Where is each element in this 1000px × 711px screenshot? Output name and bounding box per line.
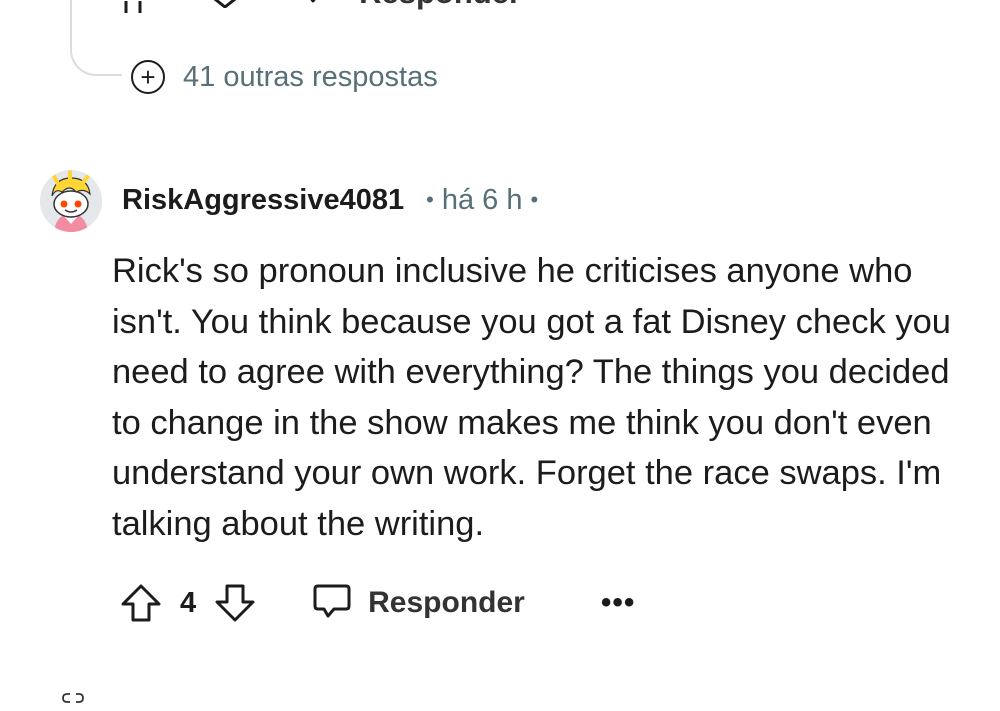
- upvote-icon[interactable]: [118, 0, 148, 13]
- downvote-icon[interactable]: [203, 0, 247, 8]
- more-replies-link[interactable]: + 41 outras respostas: [131, 60, 438, 94]
- score-count: 4: [180, 586, 197, 619]
- upvote-icon[interactable]: [120, 583, 162, 623]
- plus-circle-icon[interactable]: +: [131, 60, 165, 94]
- reply-button[interactable]: Responder: [312, 583, 525, 624]
- username[interactable]: RiskAggressive4081: [122, 184, 404, 217]
- separator-dot: •: [426, 187, 434, 212]
- speech-bubble-icon: [312, 583, 352, 624]
- reply-label[interactable]: Responder: [368, 586, 525, 620]
- ellipsis-icon[interactable]: •••: [601, 588, 636, 618]
- timestamp[interactable]: há 6 h: [442, 184, 523, 217]
- comment-header: RiskAggressive4081 • há 6 h •: [122, 180, 546, 220]
- comment-actions: 4 Responder •••: [120, 580, 635, 626]
- score-count: 7: [170, 0, 181, 5]
- reply-icon[interactable]: [297, 0, 337, 8]
- link-icon: [62, 690, 84, 711]
- thread-line: [70, 0, 122, 76]
- downvote-icon[interactable]: [214, 583, 256, 623]
- previous-comment-actions: 7 Responder: [118, 0, 521, 16]
- separator-dot: •: [530, 187, 539, 212]
- comment-body: Rick's so pronoun inclusive he criticise…: [112, 252, 951, 543]
- more-replies-label[interactable]: 41 outras respostas: [183, 61, 438, 94]
- avatar[interactable]: [40, 170, 102, 232]
- reply-button[interactable]: Responder: [359, 0, 521, 11]
